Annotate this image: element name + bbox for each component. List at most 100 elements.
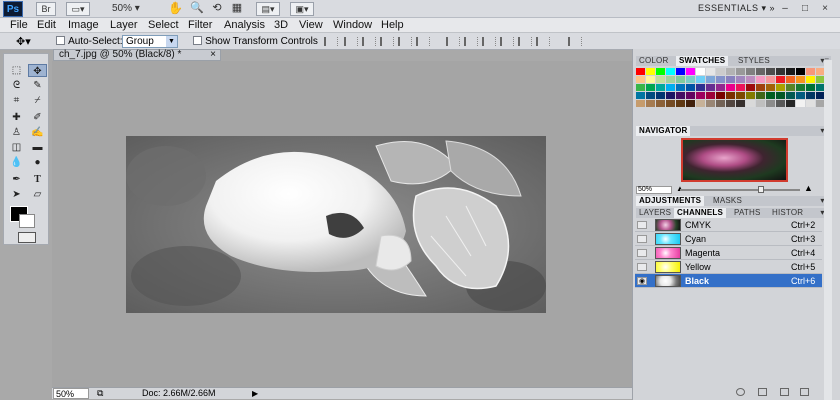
distribute-right-icon[interactable] (536, 37, 550, 46)
swatch[interactable] (686, 84, 695, 91)
swatches-grid[interactable] (636, 68, 826, 109)
swatch[interactable] (696, 100, 705, 107)
swatch[interactable] (756, 100, 765, 107)
swatch[interactable] (726, 68, 735, 75)
swatch[interactable] (656, 76, 665, 83)
document-tab[interactable]: ch_7.jpg @ 50% (Black/8) * × (53, 49, 221, 61)
visibility-toggle[interactable] (637, 221, 647, 229)
navigator-zoom-field[interactable]: 50% (636, 186, 672, 194)
swatch[interactable] (726, 84, 735, 91)
swatch[interactable] (686, 100, 695, 107)
navigator-zoom-slider[interactable] (680, 189, 800, 191)
swatch[interactable] (786, 76, 795, 83)
tab-history[interactable]: HISTOR (769, 208, 806, 218)
menu-file[interactable]: File (10, 19, 28, 31)
move-tool-icon[interactable]: ✥ (28, 64, 47, 77)
quick-mask-icon[interactable] (18, 232, 36, 243)
history-brush-tool-icon[interactable]: ✍ (28, 126, 47, 139)
shape-tool-icon[interactable]: ▱ (28, 188, 47, 201)
swatch[interactable] (776, 84, 785, 91)
menu-help[interactable]: Help (381, 19, 404, 31)
swatch[interactable] (736, 92, 745, 99)
swatch[interactable] (806, 100, 815, 107)
menu-image[interactable]: Image (68, 19, 99, 31)
swatch[interactable] (766, 76, 775, 83)
swatch[interactable] (706, 68, 715, 75)
swatch[interactable] (696, 68, 705, 75)
view-extras-icon[interactable]: ▭▾ (66, 2, 90, 16)
bridge-icon[interactable]: Br (36, 2, 56, 16)
zoom-field[interactable]: 50% (53, 388, 89, 399)
swatch[interactable] (726, 76, 735, 83)
menu-window[interactable]: Window (333, 19, 372, 31)
crop-tool-icon[interactable]: ⌗ (7, 94, 26, 107)
swatch[interactable] (806, 68, 815, 75)
swatch[interactable] (796, 68, 805, 75)
workspace-switcher[interactable]: ESSENTIALS ▾ » (698, 3, 775, 14)
swatch[interactable] (676, 68, 685, 75)
show-transform-option[interactable]: Show Transform Controls (193, 36, 318, 48)
gradient-tool-icon[interactable]: ▬ (28, 141, 47, 154)
swatch[interactable] (786, 68, 795, 75)
zoom-tool-icon[interactable]: 🔍 (190, 2, 204, 16)
path-selection-tool-icon[interactable]: ➤ (7, 188, 26, 201)
swatch[interactable] (636, 92, 645, 99)
swatch[interactable] (716, 76, 725, 83)
hand-tool-icon[interactable]: ✋ (168, 2, 183, 16)
swatch[interactable] (746, 100, 755, 107)
swatch[interactable] (726, 92, 735, 99)
distribute-left-icon[interactable] (500, 37, 514, 46)
swatch[interactable] (756, 84, 765, 91)
swatch[interactable] (646, 84, 655, 91)
blur-tool-icon[interactable]: 💧 (7, 156, 26, 169)
menu-3d[interactable]: 3D (274, 19, 288, 31)
swatch[interactable] (766, 92, 775, 99)
dodge-tool-icon[interactable]: ● (28, 156, 47, 169)
swatch[interactable] (656, 92, 665, 99)
navigator-zoom-slider-handle[interactable] (758, 186, 764, 193)
menu-select[interactable]: Select (148, 19, 179, 31)
new-channel-icon[interactable] (780, 388, 789, 396)
background-color-swatch[interactable] (19, 214, 35, 228)
swatch[interactable] (796, 84, 805, 91)
close-document-icon[interactable]: × (210, 50, 216, 60)
swatch[interactable] (716, 100, 725, 107)
maximize-button[interactable]: □ (798, 3, 812, 15)
close-button[interactable]: × (818, 3, 832, 15)
document-image[interactable] (126, 136, 546, 313)
swatch[interactable] (706, 100, 715, 107)
swatch[interactable] (666, 68, 675, 75)
pen-tool-icon[interactable]: ✒ (7, 173, 26, 186)
swatch[interactable] (656, 68, 665, 75)
align-top-icon[interactable] (324, 37, 338, 46)
swatch[interactable] (776, 100, 785, 107)
swatch[interactable] (726, 100, 735, 107)
status-menu-arrow-icon[interactable]: ▶ (252, 388, 258, 399)
swatch[interactable] (786, 92, 795, 99)
visibility-toggle[interactable] (637, 235, 647, 243)
align-bottom-icon[interactable] (362, 37, 376, 46)
tab-color[interactable]: COLOR (636, 56, 671, 66)
swatch[interactable] (756, 68, 765, 75)
swatch[interactable] (656, 100, 665, 107)
menu-layer[interactable]: Layer (110, 19, 138, 31)
swatch[interactable] (716, 92, 725, 99)
quick-selection-tool-icon[interactable]: ✎ (28, 79, 47, 92)
swatch[interactable] (696, 84, 705, 91)
swatch[interactable] (706, 92, 715, 99)
swatch[interactable] (776, 92, 785, 99)
swatch[interactable] (736, 84, 745, 91)
swatch[interactable] (746, 92, 755, 99)
show-transform-checkbox[interactable] (193, 36, 202, 45)
swatch[interactable] (756, 76, 765, 83)
swatch[interactable] (736, 100, 745, 107)
move-tool-preset-icon[interactable]: ✥▾ (16, 35, 31, 48)
swatch[interactable] (636, 76, 645, 83)
align-vertical-center-icon[interactable] (344, 37, 358, 46)
screen-mode-icon[interactable]: ▣▾ (290, 2, 314, 16)
panel-scrollbar[interactable] (824, 60, 832, 400)
tab-masks[interactable]: MASKS (710, 196, 745, 206)
menu-analysis[interactable]: Analysis (224, 19, 265, 31)
swatch[interactable] (676, 100, 685, 107)
swatch[interactable] (746, 84, 755, 91)
